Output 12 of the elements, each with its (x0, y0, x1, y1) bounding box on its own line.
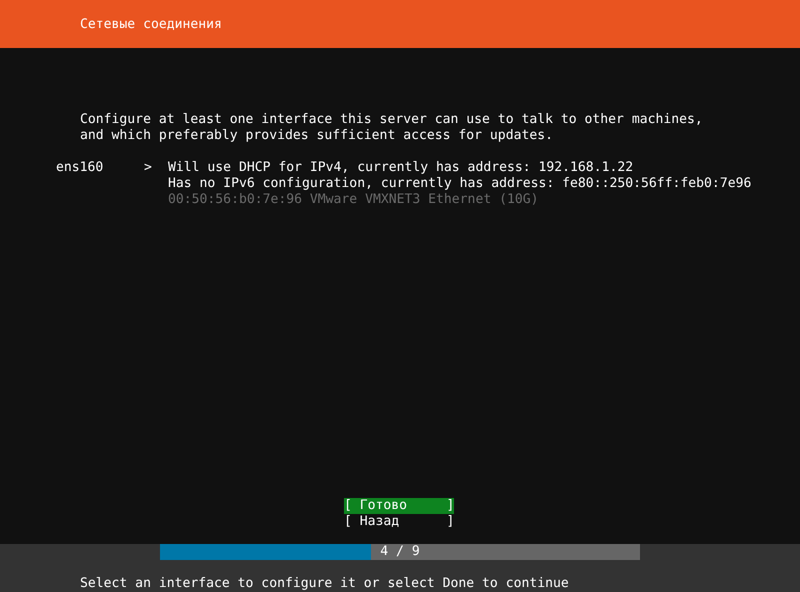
interface-detail: Will use DHCP for IPv4, currently has address: 192.168.1.22 (168, 160, 634, 176)
expand-arrow[interactable]: > (144, 160, 168, 176)
instructions-text: Configure at least one interface this server can use to talk to other machines, (80, 112, 703, 128)
status-text: Select an interface to configure it or select Done to continue (79, 576, 569, 592)
instructions-text: and which preferably provides sufficient access for updates. (80, 128, 553, 144)
screen-title: Сетевые соединения (80, 16, 222, 32)
progress-label: 4 / 9 (380, 544, 420, 560)
menu-button[interactable]: [ Готово ] (344, 498, 454, 514)
interface-name[interactable]: ens160 (56, 160, 144, 176)
menu-button[interactable]: [ Назад ] (344, 514, 454, 530)
interface-detail: 00:50:56:b0:7e:96 VMware VMXNET3 Ethernet (10G) (168, 192, 539, 208)
interface-detail: Has no IPv6 configuration, currently has address: fe80::250:56ff:feb0:7e96 (168, 176, 752, 192)
